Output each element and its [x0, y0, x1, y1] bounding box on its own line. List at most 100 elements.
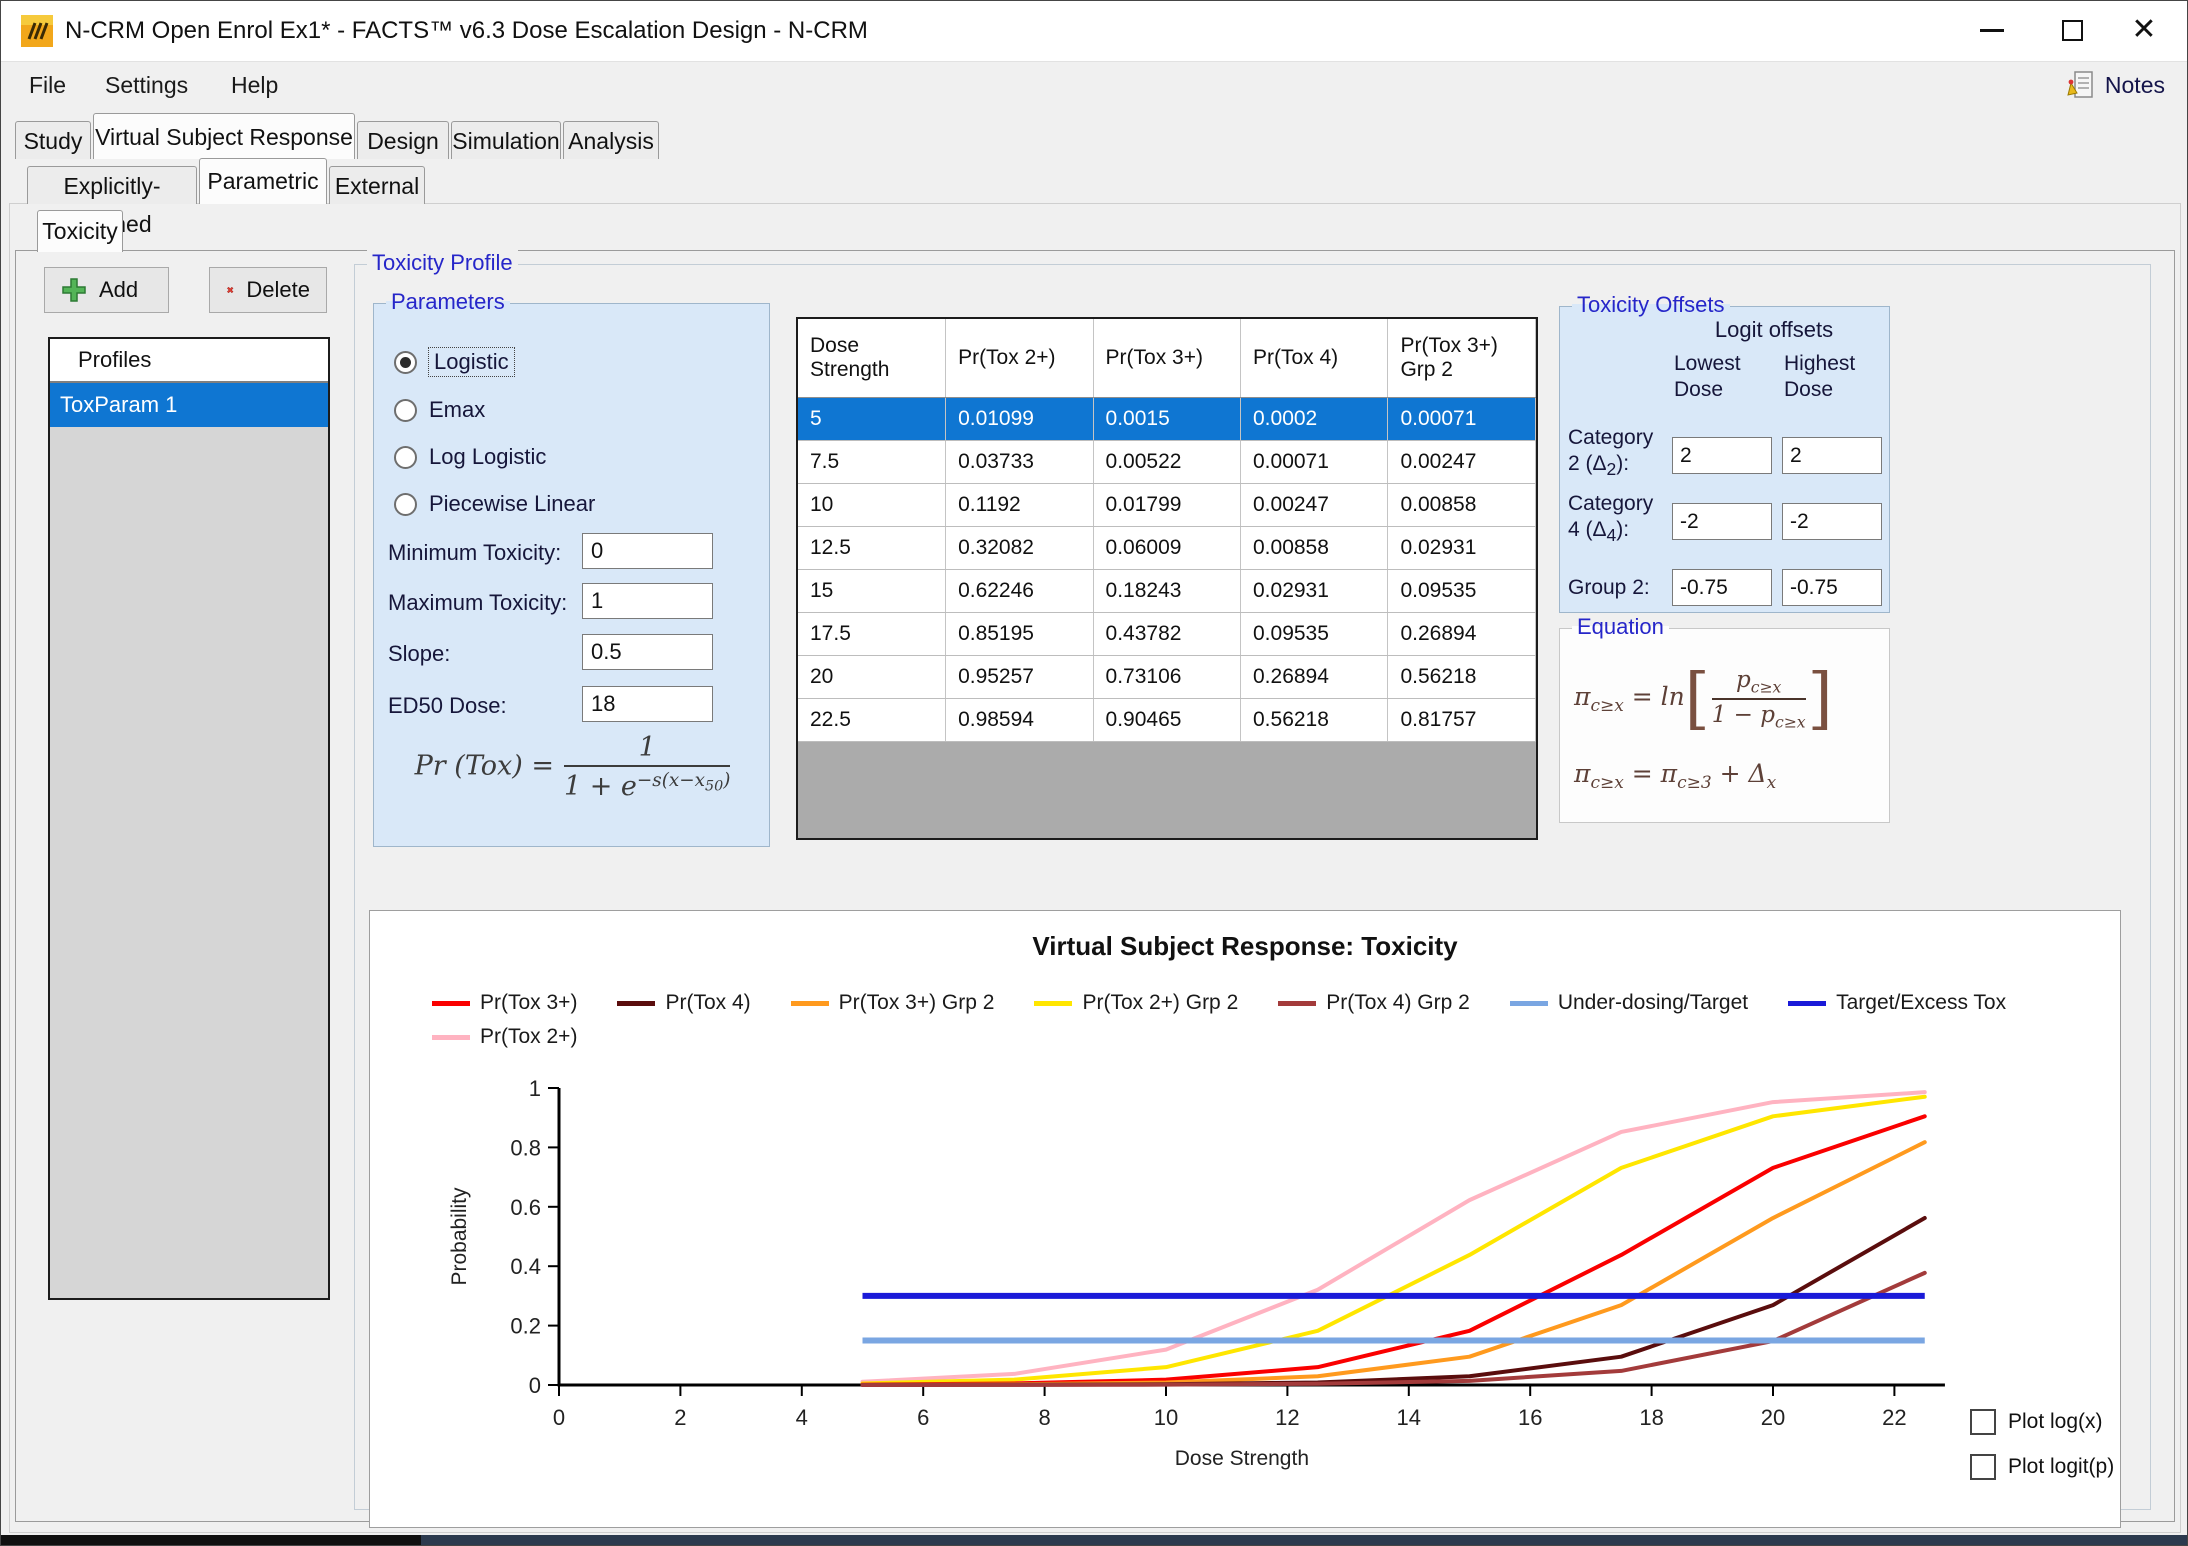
- application-window: N-CRM Open Enrol Ex1* - FACTS™ v6.3 Dose…: [0, 0, 2188, 1546]
- minimize-button[interactable]: [1957, 1, 2027, 59]
- svg-text:0.8: 0.8: [510, 1135, 541, 1160]
- category2-lowest-input[interactable]: [1672, 437, 1772, 474]
- menu-bar: File Settings Help Notes: [1, 61, 2187, 107]
- table-row[interactable]: 12.50.320820.060090.008580.02931: [798, 526, 1536, 569]
- notes-button[interactable]: Notes: [2065, 64, 2165, 106]
- plot-logx-option[interactable]: Plot log(x): [1970, 1409, 2103, 1435]
- legend-row-1: Pr(Tox 3+)Pr(Tox 4)Pr(Tox 3+) Grp 2Pr(To…: [432, 991, 2006, 1015]
- legend-label: Pr(Tox 4) Grp 2: [1326, 991, 1470, 1015]
- menu-item-help[interactable]: Help: [217, 62, 292, 108]
- group2-lowest-input[interactable]: [1672, 569, 1772, 606]
- svg-text:0.4: 0.4: [510, 1254, 541, 1279]
- subtab-explicitly-defined[interactable]: Explicitly-Defined: [27, 166, 197, 204]
- svg-text:1: 1: [529, 1076, 541, 1101]
- tab-design[interactable]: Design: [357, 121, 449, 159]
- legend-label: Pr(Tox 4): [665, 991, 750, 1015]
- plot-logx-checkbox[interactable]: [1970, 1409, 1996, 1435]
- svg-text:0.2: 0.2: [510, 1314, 541, 1339]
- plot-logitp-checkbox[interactable]: [1970, 1454, 1996, 1480]
- add-button[interactable]: Add: [44, 267, 169, 313]
- radio-circle-log-logistic[interactable]: [394, 446, 417, 469]
- profile-item-toxparam1[interactable]: ToxParam 1: [50, 383, 328, 427]
- dose-table-header-cell: Pr(Tox 3+): [1093, 319, 1240, 397]
- close-icon: ✕: [2131, 15, 2156, 45]
- highest-dose-header: Highest Dose: [1784, 351, 1894, 403]
- svg-text:20: 20: [1761, 1405, 1785, 1430]
- tab-study[interactable]: Study: [15, 121, 91, 159]
- logit-offsets-header: Logit offsets: [1664, 317, 1884, 343]
- toxicity-offsets-group-label: Toxicity Offsets: [1572, 292, 1730, 318]
- dose-table-header-cell: Pr(Tox 3+) Grp 2: [1388, 319, 1536, 397]
- logistic-formula: Pr (Tox) =11 + e−s(x−x50): [374, 732, 771, 802]
- max-toxicity-label: Maximum Toxicity:: [388, 590, 567, 616]
- legend-swatch: [617, 1001, 655, 1006]
- tab-toxicity[interactable]: Toxicity: [37, 210, 123, 252]
- table-row[interactable]: 200.952570.731060.268940.56218: [798, 655, 1536, 698]
- profiles-list-header: Profiles: [50, 339, 328, 383]
- svg-text:22: 22: [1882, 1405, 1906, 1430]
- category4-lowest-input[interactable]: [1672, 503, 1772, 540]
- legend-item: Target/Excess Tox: [1788, 991, 2006, 1015]
- svg-text:14: 14: [1397, 1405, 1421, 1430]
- plot-logitp-option[interactable]: Plot logit(p): [1970, 1454, 2114, 1480]
- radio-circle-logistic[interactable]: [394, 351, 417, 374]
- radio-circle-emax[interactable]: [394, 399, 417, 422]
- parameters-group: Parameters Logistic Emax Log Logistic Pi…: [373, 303, 770, 847]
- table-row[interactable]: 100.11920.017990.002470.00858: [798, 483, 1536, 526]
- radio-circle-piecewise-linear[interactable]: [394, 493, 417, 516]
- ed50-dose-input[interactable]: [582, 686, 713, 722]
- chart-title: Virtual Subject Response: Toxicity: [370, 931, 2120, 962]
- slope-input[interactable]: [582, 634, 713, 670]
- table-row[interactable]: 50.010990.00150.00020.00071: [798, 397, 1536, 440]
- radio-log-logistic[interactable]: Log Logistic: [394, 444, 546, 470]
- group2-highest-input[interactable]: [1782, 569, 1882, 606]
- taskbar-strip: [1, 1535, 2187, 1545]
- legend-swatch: [1278, 1001, 1316, 1006]
- svg-text:0: 0: [529, 1373, 541, 1398]
- toxicity-plot: 024681012141618202200.20.40.60.81Dose St…: [370, 1051, 2122, 1521]
- menu-item-settings[interactable]: Settings: [91, 62, 202, 108]
- table-row[interactable]: 17.50.851950.437820.095350.26894: [798, 612, 1536, 655]
- max-toxicity-input[interactable]: [582, 583, 713, 619]
- lowest-dose-header: Lowest Dose: [1674, 351, 1784, 403]
- equation-line-2: πc≥x = πc≥3 + Δx: [1574, 759, 1776, 793]
- radio-label-emax: Emax: [429, 397, 485, 423]
- toxicity-profile-group-label: Toxicity Profile: [367, 250, 518, 276]
- category4-highest-input[interactable]: [1782, 503, 1882, 540]
- notes-label: Notes: [2105, 72, 2165, 99]
- category4-label: Category 4 (Δ4):: [1568, 491, 1668, 548]
- subtab-parametric[interactable]: Parametric: [199, 158, 327, 204]
- legend-item: Pr(Tox 4) Grp 2: [1278, 991, 1470, 1015]
- legend-label: Pr(Tox 3+): [480, 991, 577, 1015]
- dose-table-header-cell: Dose Strength: [798, 319, 946, 397]
- add-button-label: Add: [99, 277, 138, 303]
- app-icon: [21, 15, 53, 47]
- maximize-icon: [2062, 20, 2083, 41]
- subtab-external[interactable]: External: [329, 166, 425, 204]
- table-row[interactable]: 150.622460.182430.029310.09535: [798, 569, 1536, 612]
- tab-analysis[interactable]: Analysis: [563, 121, 659, 159]
- legend-swatch: [1510, 1001, 1548, 1006]
- title-bar: N-CRM Open Enrol Ex1* - FACTS™ v6.3 Dose…: [1, 1, 2187, 61]
- close-button[interactable]: ✕: [2109, 1, 2179, 59]
- delete-button[interactable]: Delete: [209, 267, 327, 313]
- legend-item: Pr(Tox 2+) Grp 2: [1034, 991, 1238, 1015]
- radio-logistic[interactable]: Logistic: [394, 348, 514, 376]
- dose-table-header-cell: Pr(Tox 4): [1241, 319, 1388, 397]
- maximize-button[interactable]: [2037, 1, 2107, 59]
- dose-table-header-row: Dose StrengthPr(Tox 2+)Pr(Tox 3+)Pr(Tox …: [798, 319, 1536, 397]
- radio-label-logistic: Logistic: [429, 348, 514, 376]
- min-toxicity-input[interactable]: [582, 533, 713, 569]
- radio-label-piecewise-linear: Piecewise Linear: [429, 491, 595, 517]
- table-row[interactable]: 7.50.037330.005220.000710.00247: [798, 440, 1536, 483]
- category2-highest-input[interactable]: [1782, 437, 1882, 474]
- tab-simulation[interactable]: Simulation: [451, 121, 561, 159]
- radio-piecewise-linear[interactable]: Piecewise Linear: [394, 491, 595, 517]
- svg-text:10: 10: [1154, 1405, 1178, 1430]
- radio-emax[interactable]: Emax: [394, 397, 485, 423]
- dose-table-header-cell: Pr(Tox 2+): [946, 319, 1093, 397]
- tab-virtual-subject-response[interactable]: Virtual Subject Response: [93, 113, 355, 159]
- table-row[interactable]: 22.50.985940.904650.562180.81757: [798, 698, 1536, 741]
- menu-item-file[interactable]: File: [15, 62, 80, 108]
- profiles-list[interactable]: Profiles ToxParam 1: [48, 337, 330, 1300]
